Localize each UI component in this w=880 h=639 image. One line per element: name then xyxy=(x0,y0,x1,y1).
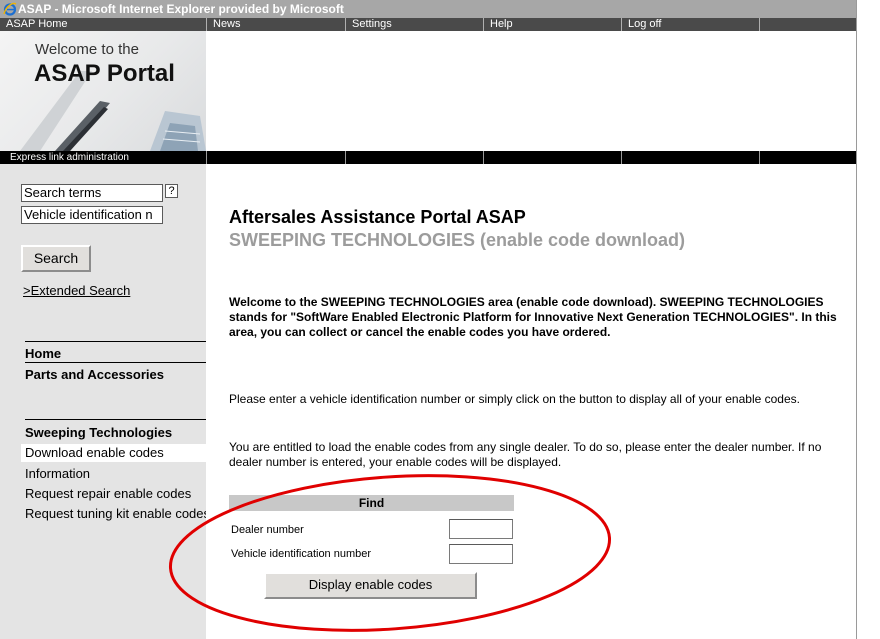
sidebar-divider xyxy=(25,419,206,420)
logo-portal-text: ASAP Portal xyxy=(34,60,175,87)
nav-label: News xyxy=(213,18,241,30)
nav-log-off[interactable]: Log off xyxy=(621,18,759,31)
dealer-info-text: You are entitled to load the enable code… xyxy=(229,440,822,469)
nav-empty xyxy=(759,18,856,31)
vin-label: Vehicle identification number xyxy=(231,548,372,560)
strip-divider xyxy=(621,151,622,164)
sidebar-item-sweeping-technologies[interactable]: Sweeping Technologies xyxy=(25,425,172,440)
strip-divider xyxy=(206,151,207,164)
page-subtitle: SWEEPING TECHNOLOGIES (enable code downl… xyxy=(229,230,686,250)
page-title: Aftersales Assistance Portal ASAP xyxy=(229,207,526,227)
top-navigation: ASAP Home News Settings Help Log off xyxy=(0,18,856,31)
sidebar-item-home[interactable]: Home xyxy=(25,346,61,361)
nav-label: Help xyxy=(490,18,513,30)
express-link-administration[interactable]: Express link administration xyxy=(10,151,129,164)
search-help-button[interactable]: ? xyxy=(165,184,178,198)
extended-search-link[interactable]: >Extended Search xyxy=(23,283,130,298)
dealer-number-label: Dealer number xyxy=(231,524,304,536)
intro-text: Welcome to the SWEEPING TECHNOLOGIES are… xyxy=(229,295,837,339)
sidebar-item-information[interactable]: Information xyxy=(25,466,90,481)
sidebar-item-request-repair[interactable]: Request repair enable codes xyxy=(25,486,191,501)
nav-settings[interactable]: Settings xyxy=(345,18,483,31)
nav-asap-home[interactable]: ASAP Home xyxy=(0,18,206,31)
sidebar: Search terms ? Vehicle identification n … xyxy=(0,164,206,639)
title-bar: ASAP - Microsoft Internet Explorer provi… xyxy=(0,0,856,18)
nav-label: Log off xyxy=(628,18,662,30)
admin-strip: Express link administration xyxy=(0,151,856,164)
nav-label: Settings xyxy=(352,18,392,30)
strip-divider xyxy=(483,151,484,164)
sidebar-item-label: Download enable codes xyxy=(25,445,164,460)
sidebar-divider xyxy=(25,341,206,342)
browser-window: ASAP - Microsoft Internet Explorer provi… xyxy=(0,0,857,639)
strip-divider xyxy=(345,151,346,164)
vin-search-input[interactable]: Vehicle identification n xyxy=(21,206,163,224)
vin-input[interactable] xyxy=(449,544,513,564)
sidebar-item-download-enable-codes[interactable]: Download enable codes xyxy=(21,444,206,462)
nav-news[interactable]: News xyxy=(206,18,345,31)
dealer-number-input[interactable] xyxy=(449,519,513,539)
internet-explorer-icon xyxy=(3,2,17,16)
main-content: Aftersales Assistance Portal ASAP SWEEPI… xyxy=(206,164,856,639)
sidebar-divider xyxy=(25,362,206,363)
nav-label: ASAP Home xyxy=(6,18,68,30)
window-title: ASAP - Microsoft Internet Explorer provi… xyxy=(18,2,344,16)
strip-divider xyxy=(759,151,760,164)
sidebar-item-request-tuning-kit[interactable]: Request tuning kit enable codes xyxy=(25,506,206,521)
logo-welcome-text: Welcome to the xyxy=(35,41,139,58)
instruction-text: Please enter a vehicle identification nu… xyxy=(229,392,800,406)
search-button[interactable]: Search xyxy=(21,245,91,272)
find-panel-header: Find xyxy=(229,495,514,511)
nav-help[interactable]: Help xyxy=(483,18,621,31)
portal-logo: Welcome to the ASAP Portal xyxy=(0,31,206,151)
search-terms-input[interactable]: Search terms xyxy=(21,184,163,202)
display-enable-codes-button[interactable]: Display enable codes xyxy=(264,572,477,599)
sidebar-item-parts-accessories[interactable]: Parts and Accessories xyxy=(25,367,164,382)
